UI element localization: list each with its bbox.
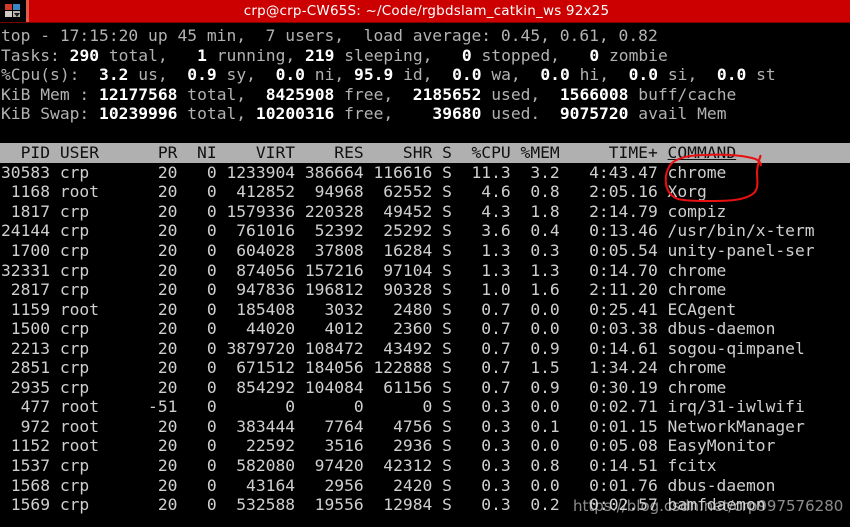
cpu-us-value: 3.2 xyxy=(99,65,129,85)
mem-line: KiB Mem : 12177568 total, 8425908 free, … xyxy=(0,85,850,105)
cpu-sy-value: 0.9 xyxy=(187,65,217,85)
swap-total-label: total, xyxy=(187,104,247,124)
table-row[interactable]: 2213 crp 20 0 3879720 108472 43492 S 0.7… xyxy=(0,339,850,359)
cpu-ni-label: ni, xyxy=(314,65,345,85)
swap-free-value: 10200316 xyxy=(255,104,335,124)
cpu-sy-label: sy, xyxy=(226,65,256,85)
terminal-content[interactable]: top - 17:15:20 up 45 min, 7 users, load … xyxy=(0,23,850,515)
cpu-line: %Cpu(s): 3.2 us, 0.9 sy, 0.0 ni, 95.9 id… xyxy=(0,65,850,85)
tasks-sleeping-label: sleeping, xyxy=(344,45,433,65)
cpu-us-label: us, xyxy=(138,65,168,85)
tasks-label: Tasks: xyxy=(1,45,60,65)
cpu-si-value: 0.0 xyxy=(628,65,659,85)
chevron-down-icon xyxy=(13,12,20,17)
table-row[interactable]: 1700 crp 20 0 604028 37808 16284 S 1.3 0… xyxy=(0,241,850,261)
mem-used-label: used, xyxy=(491,84,541,104)
tasks-stopped-label: stopped, xyxy=(481,45,560,65)
tasks-running-value: 1 xyxy=(197,45,207,65)
tasks-stopped-value: 0 xyxy=(461,45,472,65)
swap-avail-label: avail Mem xyxy=(638,104,727,124)
tasks-sleeping-value: 219 xyxy=(304,45,335,65)
swap-avail-value: 9075720 xyxy=(559,104,629,124)
mem-label: KiB Mem : xyxy=(1,84,90,104)
workspace-switcher-icon[interactable] xyxy=(0,0,26,22)
swap-used-label: used. xyxy=(491,104,541,124)
mem-buff-label: buff/cache xyxy=(638,84,737,104)
mem-total-label: total, xyxy=(187,84,247,104)
table-header-command[interactable]: COMMAND xyxy=(668,143,737,162)
mem-total-value: 12177568 xyxy=(99,84,178,104)
table-header-row[interactable]: PID USER PR NI VIRT RES SHR S %CPU %MEM … xyxy=(0,143,850,163)
table-row[interactable]: 2817 crp 20 0 947836 196812 90328 S 1.0 … xyxy=(0,280,850,300)
table-row[interactable]: 972 root 20 0 383444 7764 4756 S 0.3 0.1… xyxy=(0,417,850,437)
tasks-running-label: running, xyxy=(216,45,296,65)
table-row[interactable]: 1500 crp 20 0 44020 4012 2360 S 0.7 0.0 … xyxy=(0,319,850,339)
table-row[interactable]: 24144 crp 20 0 761016 52392 25292 S 3.6 … xyxy=(0,221,850,241)
table-row[interactable]: 1817 crp 20 0 1579336 220328 49452 S 4.3… xyxy=(0,202,850,222)
tasks-total-label: total, xyxy=(108,45,168,65)
table-row[interactable]: 1569 crp 20 0 532588 19556 12984 S 0.3 0… xyxy=(0,495,850,515)
table-header-pad xyxy=(736,143,850,162)
table-header-columns: PID USER PR NI VIRT RES SHR S %CPU %MEM … xyxy=(1,143,668,163)
window-titlebar: crp@crp-CW65S: ~/Code/rgbdslam_catkin_ws… xyxy=(0,0,850,23)
table-row[interactable]: 1168 root 20 0 412852 94968 62552 S 4.6 … xyxy=(0,182,850,202)
tasks-zombie-value: 0 xyxy=(589,45,600,65)
window-title: crp@crp-CW65S: ~/Code/rgbdslam_catkin_ws… xyxy=(243,3,610,19)
cpu-id-label: id, xyxy=(403,65,433,85)
cpu-hi-label: hi, xyxy=(579,65,610,85)
swap-label: KiB Swap: xyxy=(1,104,90,124)
tasks-total-value: 290 xyxy=(69,45,100,65)
table-row[interactable]: 2935 crp 20 0 854292 104084 61156 S 0.7 … xyxy=(0,378,850,398)
swap-used-value: 39680 xyxy=(432,104,482,124)
swap-line: KiB Swap: 10239996 total, 10200316 free,… xyxy=(0,104,850,124)
table-row[interactable]: 1537 crp 20 0 582080 97420 42312 S 0.3 0… xyxy=(0,456,850,476)
cpu-st-value: 0.0 xyxy=(716,65,747,85)
tasks-zombie-label: zombie xyxy=(608,45,668,65)
cpu-si-label: si, xyxy=(667,65,698,85)
swap-total-value: 10239996 xyxy=(99,104,178,124)
mem-buff-value: 1566008 xyxy=(559,84,629,104)
table-row[interactable]: 2851 crp 20 0 671512 184056 122888 S 0.7… xyxy=(0,358,850,378)
table-row[interactable]: 30583 crp 20 0 1233904 386664 116616 S 1… xyxy=(0,163,850,183)
table-row[interactable]: 477 root -51 0 0 0 0 S 0.3 0.0 0:02.71 i… xyxy=(0,397,850,417)
top-uptime-text: top - 17:15:20 up 45 min, 7 users, load … xyxy=(1,26,658,45)
mem-free-value: 8425908 xyxy=(265,84,335,104)
table-row[interactable]: 1159 root 20 0 185408 3032 2480 S 0.7 0.… xyxy=(0,300,850,320)
cpu-wa-value: 0.0 xyxy=(452,65,482,85)
cpu-ni-value: 0.0 xyxy=(275,65,305,85)
cpu-wa-label: wa, xyxy=(491,65,521,85)
workspace-square-3 xyxy=(4,10,12,17)
table-row[interactable]: 1568 crp 20 0 43164 2956 2420 S 0.3 0.0 … xyxy=(0,476,850,496)
swap-free-label: free, xyxy=(344,104,394,124)
cpu-hi-value: 0.0 xyxy=(540,65,570,85)
terminal-window: crp@crp-CW65S: ~/Code/rgbdslam_catkin_ws… xyxy=(0,0,850,527)
cpu-id-value: 95.9 xyxy=(354,65,394,85)
mem-free-label: free, xyxy=(344,84,394,104)
table-row[interactable]: 1152 root 20 0 22592 3516 2936 S 0.3 0.0… xyxy=(0,436,850,456)
process-list: 30583 crp 20 0 1233904 386664 116616 S 1… xyxy=(0,163,850,515)
cpu-label: %Cpu(s): xyxy=(1,65,80,85)
workspace-square-2 xyxy=(12,3,20,10)
workspace-square-1 xyxy=(4,3,12,10)
tasks-line: Tasks: 290 total, 1 running, 219 sleepin… xyxy=(0,46,850,66)
table-row[interactable]: 32331 crp 20 0 874056 157216 97104 S 1.3… xyxy=(0,261,850,281)
cpu-st-label: st xyxy=(756,65,776,85)
top-header-line: top - 17:15:20 up 45 min, 7 users, load … xyxy=(0,26,850,46)
mem-used-value: 2185652 xyxy=(412,84,482,104)
